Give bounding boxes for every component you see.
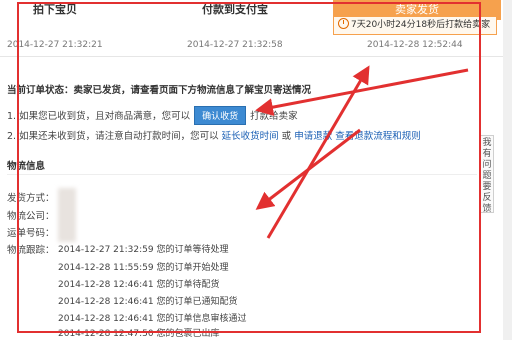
arrow-to-countdown [266, 65, 370, 239]
annotation-arrows [255, 65, 469, 239]
arrow-to-logistics [255, 128, 361, 210]
